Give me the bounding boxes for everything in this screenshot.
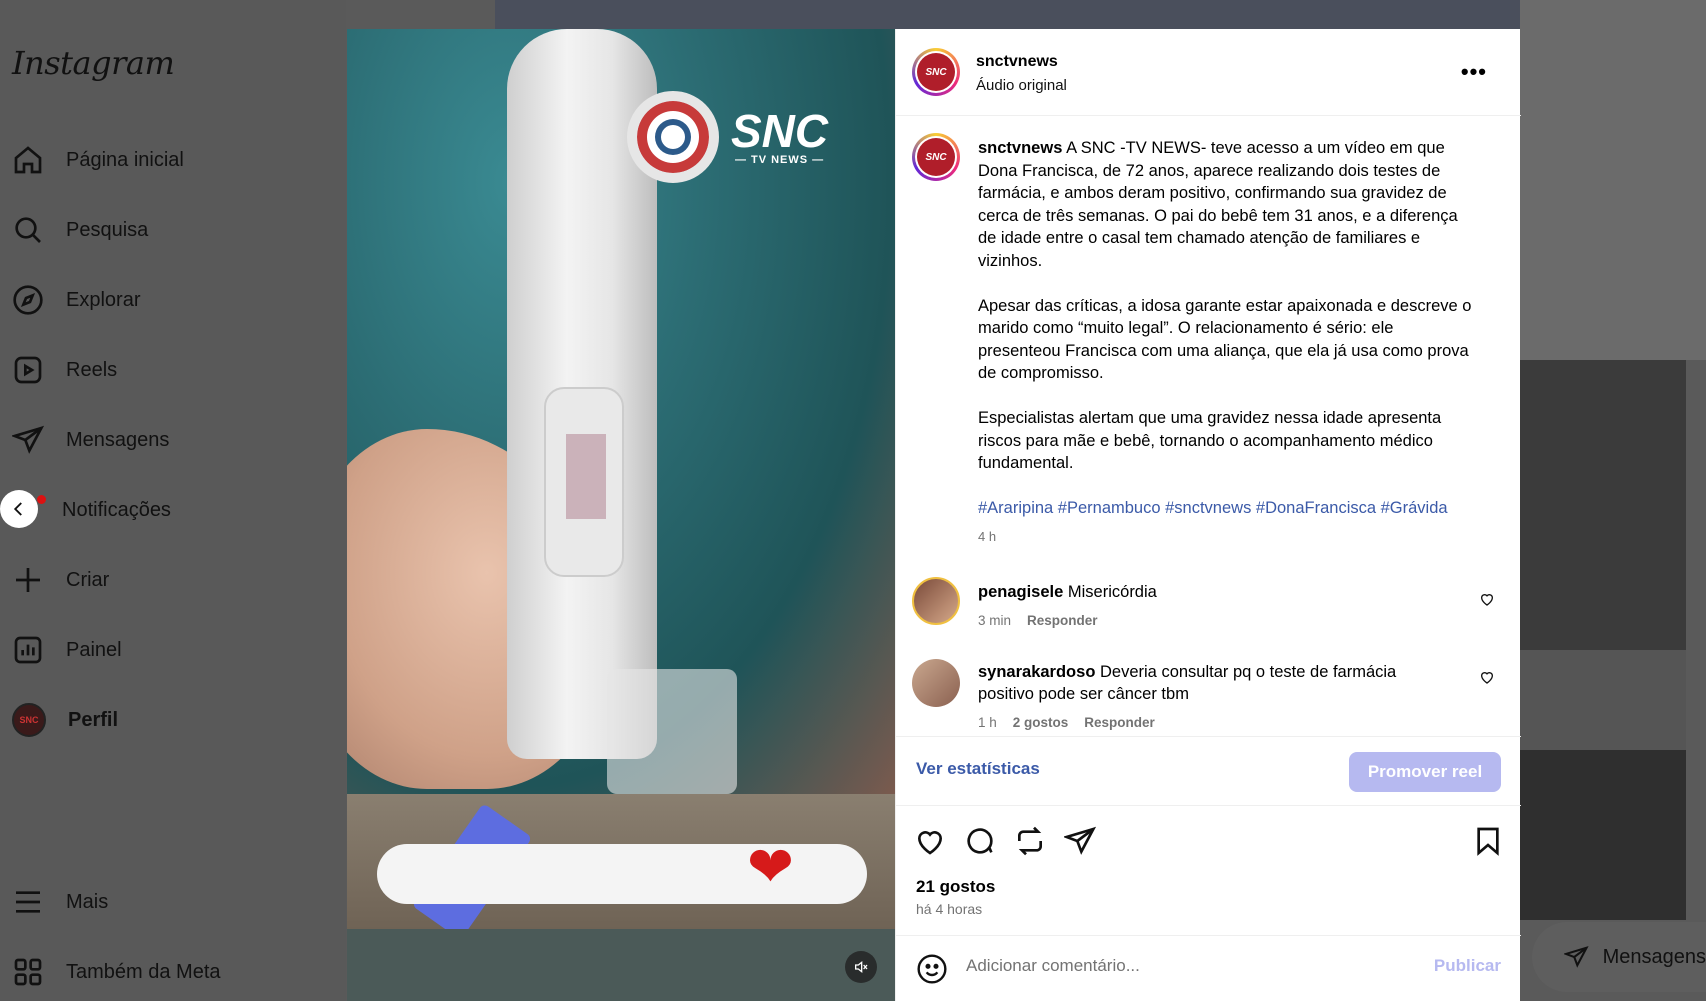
comment-input[interactable]: Adicionar comentário...	[966, 956, 1140, 976]
avatar: SNC	[12, 703, 46, 737]
sidebar-item-notifications[interactable]: Notificações	[62, 488, 171, 532]
video-frame-middle: ❤	[347, 794, 895, 940]
messages-button[interactable]: Mensagens	[1532, 922, 1706, 992]
comment-time: 1 h	[978, 715, 997, 730]
plus-icon	[16, 568, 40, 592]
add-comment-bar: Adicionar comentário... Publicar	[896, 935, 1521, 1001]
sidebar-item-meta[interactable]: Também da Meta	[12, 950, 221, 994]
post-caption: snctvnews A SNC -TV NEWS- teve acesso a …	[978, 137, 1478, 548]
instagram-logo[interactable]: Instagram	[12, 44, 175, 82]
dashboard-icon	[14, 636, 42, 664]
messages-label: Mensagens	[1602, 945, 1706, 968]
post-actions	[896, 819, 1521, 869]
cup-image	[607, 669, 737, 794]
chevron-left-icon	[13, 502, 22, 516]
background-grid-tile	[495, 0, 1520, 29]
sidebar-item-reels[interactable]: Reels	[12, 348, 117, 392]
sidebar-item-label: Notificações	[62, 498, 171, 521]
view-insights-link[interactable]: Ver estatísticas	[916, 759, 1040, 779]
messenger-icon	[1564, 946, 1589, 968]
avatar[interactable]: SNC	[912, 48, 960, 96]
avatar[interactable]	[912, 577, 960, 625]
messenger-icon	[12, 425, 44, 454]
sidebar-item-label: Também da Meta	[66, 960, 221, 983]
comment-likes[interactable]: 2 gostos	[1013, 715, 1069, 730]
emoji-icon[interactable]	[916, 953, 948, 985]
comment-time: 3 min	[978, 613, 1012, 628]
caption-time: 4 h	[978, 528, 997, 544]
brand-subtext: — TV NEWS —	[734, 154, 825, 166]
post-header: SNC snctvnews Áudio original •••	[896, 29, 1521, 116]
avatar[interactable]: SNC	[912, 133, 960, 181]
comment-text: Misericórdia	[1067, 583, 1157, 601]
sidebar-item-label: Página inicial	[66, 148, 184, 171]
background-grid-tile	[1520, 750, 1686, 920]
mute-button[interactable]	[845, 951, 877, 983]
background-grid-tile	[1520, 360, 1686, 650]
sidebar-item-label: Pesquisa	[66, 218, 149, 241]
test-window	[544, 387, 624, 577]
avatar[interactable]	[912, 659, 960, 707]
promote-reel-button[interactable]: Promover reel	[1349, 752, 1501, 792]
sidebar-item-label: Mais	[66, 890, 109, 913]
sidebar-item-create[interactable]: Criar	[12, 558, 109, 602]
sidebar-item-label: Mensagens	[66, 428, 170, 451]
grid-icon	[14, 958, 42, 986]
share-icon[interactable]	[1064, 825, 1096, 857]
background-grid-tile	[1520, 0, 1706, 360]
video-frame-bottom	[347, 929, 895, 1001]
like-comment-icon[interactable]	[1479, 669, 1495, 685]
sidebar-item-label: Criar	[66, 568, 110, 591]
sidebar-item-label: Perfil	[68, 708, 119, 731]
video-frame-top: SNC — TV NEWS —	[347, 29, 895, 794]
sidebar-item-dashboard[interactable]: Painel	[12, 628, 122, 672]
sidebar-item-profile[interactable]: SNC Perfil	[12, 698, 118, 742]
insights-bar: Ver estatísticas Promover reel	[896, 736, 1521, 806]
caption-text: A SNC -TV NEWS- teve acesso a um vídeo e…	[978, 139, 1458, 270]
hashtags[interactable]: #Araripina #Pernambuco #snctvnews #DonaF…	[978, 497, 1478, 520]
home-icon	[14, 146, 42, 174]
menu-icon	[16, 891, 40, 913]
brand-text: SNC	[731, 105, 829, 157]
comment-icon[interactable]	[964, 825, 996, 857]
repost-icon[interactable]	[1014, 825, 1046, 857]
reply-button[interactable]: Responder	[1027, 613, 1098, 628]
heart-shape: ❤	[747, 835, 794, 898]
reels-icon	[14, 356, 42, 384]
background-grid-tile	[1520, 650, 1686, 750]
previous-post-button[interactable]	[0, 490, 38, 528]
sidebar-item-home[interactable]: Página inicial	[12, 138, 184, 182]
sidebar-item-messages[interactable]: Mensagens	[12, 418, 169, 462]
audio-label[interactable]: Áudio original	[976, 77, 1067, 94]
reply-button[interactable]: Responder	[1084, 715, 1155, 730]
post-timestamp: há 4 horas	[916, 901, 983, 917]
caption-text: Apesar das críticas, a idosa garante est…	[978, 296, 1472, 383]
more-options-button[interactable]: •••	[1461, 59, 1487, 85]
compass-icon	[13, 285, 43, 315]
publish-button[interactable]: Publicar	[1434, 956, 1501, 976]
like-comment-icon[interactable]	[1479, 591, 1495, 607]
sidebar-item-search[interactable]: Pesquisa	[12, 208, 148, 252]
notification-dot	[37, 495, 46, 504]
sidebar: Instagram Página inicial Pesquisa Explor…	[0, 0, 346, 1001]
sidebar-item-label: Painel	[66, 638, 122, 661]
caption-username[interactable]: snctvnews	[978, 139, 1062, 157]
bookmark-icon[interactable]	[1472, 825, 1504, 857]
snc-logo-icon	[627, 91, 719, 183]
caption-text: Especialistas alertam que uma gravidez n…	[978, 409, 1442, 472]
post-details-panel: SNC snctvnews Áudio original ••• SNC snc…	[895, 29, 1521, 1001]
comment-username[interactable]: penagisele	[978, 583, 1063, 601]
reel-video[interactable]: SNC — TV NEWS — ❤	[347, 29, 895, 1001]
comment-username[interactable]: synarakardoso	[978, 663, 1095, 681]
speaker-muted-icon	[855, 960, 868, 974]
sidebar-item-more[interactable]: Mais	[12, 880, 108, 924]
post-username[interactable]: snctvnews	[976, 53, 1058, 71]
sidebar-item-label: Reels	[66, 358, 118, 381]
likes-count[interactable]: 21 gostos	[916, 877, 995, 897]
search-icon	[15, 217, 41, 243]
sidebar-item-label: Explorar	[66, 288, 141, 311]
sidebar-item-explore[interactable]: Explorar	[12, 278, 140, 322]
like-icon[interactable]	[914, 825, 946, 857]
snc-watermark: SNC — TV NEWS —	[627, 91, 828, 183]
